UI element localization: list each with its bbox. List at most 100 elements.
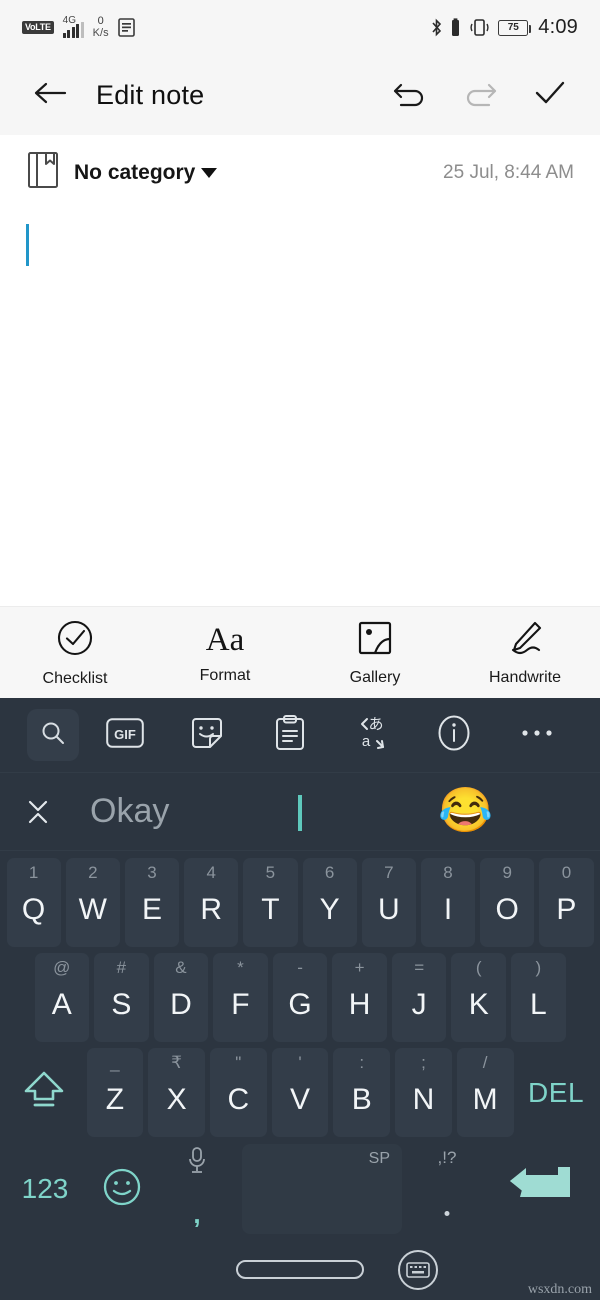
note-editor-area[interactable] [0,210,600,606]
key-v[interactable]: ' V [271,1048,329,1137]
arrow-left-icon [32,78,68,113]
network-generation-label: 4G [62,15,77,26]
keyboard-row-4: 123 , SP ,!? [4,1140,596,1238]
keyboard-gif-button[interactable]: GIF [84,717,166,753]
redo-button[interactable] [456,71,504,119]
key-main-label: M [472,1082,498,1116]
keyboard-row-3: _ Z ₹ X " C ' V :B ; N / M DEL [4,1045,596,1140]
status-bar-right: 75 4:09 [430,16,578,39]
keyboard-search-button[interactable] [22,709,84,761]
battery-charge-icon [450,18,461,37]
shift-key[interactable] [4,1045,84,1140]
key-alt-label: 0 [561,863,572,882]
note-toolbar: Checklist Aa Format Gallery Handwrite [0,606,600,698]
key-a[interactable]: @ A [34,953,90,1042]
suggestion-emoji[interactable]: 😂 [438,789,493,833]
space-key[interactable]: SP [242,1144,402,1234]
period-key[interactable]: ,!? [408,1140,486,1238]
key-y[interactable]: 6Y [302,858,357,947]
keyboard-row-2: @ A # S & D * F -G + H = J (K ) L [4,950,596,1045]
key-main-label: R [200,892,223,926]
keyboard-sticker-button[interactable] [166,716,248,755]
key-main-label: T [261,892,280,926]
keyboard-clipboard-button[interactable] [249,714,331,756]
key-k[interactable]: (K [451,953,506,1042]
key-main-label: J [411,987,427,1021]
enter-arrow-icon [506,1163,576,1216]
mic-comma-key[interactable]: , [158,1140,236,1238]
toolbar-item-format[interactable]: Aa Format [150,620,300,685]
key-m[interactable]: / M [456,1048,514,1137]
numeric-mode-key[interactable]: 123 [4,1140,86,1238]
key-alt-label: 6 [324,863,335,882]
space-key-label: SP [368,1150,390,1167]
key-alt-label: 1 [28,863,39,882]
key-main-label: C [227,1082,250,1116]
punctuation-alt-label: ,!? [437,1148,457,1167]
undo-icon [391,79,429,112]
info-icon [437,714,471,757]
key-z[interactable]: _ Z [86,1048,144,1137]
key-alt-label: : [359,1053,365,1072]
toolbar-label-handwrite: Handwrite [488,668,562,686]
key-x[interactable]: ₹ X [148,1048,205,1137]
gallery-image-icon [356,619,394,662]
key-h[interactable]: + H [332,953,387,1042]
key-t[interactable]: 5T [243,858,298,947]
key-f[interactable]: * F [213,953,268,1042]
toolbar-label-format: Format [199,667,251,684]
search-icon [40,720,66,751]
key-q[interactable]: 1Q [6,858,61,947]
key-j[interactable]: = J [391,953,447,1042]
emoji-key[interactable] [86,1140,158,1238]
keyboard-translate-button[interactable]: あa [331,715,413,756]
check-icon [532,78,568,113]
key-l[interactable]: ) L [511,953,566,1042]
category-selector[interactable]: No category [74,160,218,185]
key-s[interactable]: # S [94,953,149,1042]
collapse-chevrons-icon[interactable] [18,792,58,832]
battery-percent-label: 75 [507,22,519,33]
key-u[interactable]: 7U [361,858,416,947]
keyboard-info-button[interactable] [413,714,495,757]
save-done-button[interactable] [526,71,574,119]
toolbar-item-checklist[interactable]: Checklist [0,618,150,688]
translate-icon: あa [354,715,390,756]
key-alt-label: 4 [206,863,216,882]
key-o[interactable]: 9O [480,858,535,947]
enter-key[interactable] [486,1140,596,1238]
key-main-label: Y [319,892,340,926]
redo-icon [461,79,499,112]
key-alt-label: 5 [265,863,276,882]
key-n[interactable]: ; N [395,1048,452,1137]
key-main-label: Z [105,1082,125,1116]
emoji-smiley-icon [101,1166,143,1213]
key-i[interactable]: 8I [420,858,476,947]
key-b[interactable]: :B [333,1048,391,1137]
keyboard-more-button[interactable] [496,726,578,744]
key-alt-label: 9 [502,863,512,882]
undo-button[interactable] [386,71,434,119]
home-pill-indicator[interactable] [236,1259,364,1279]
battery-percent-badge: 75 [498,19,532,36]
keyboard: GIF あa Okay 😂 1 Q 2 W 3 E 4 R 5 T 6 Y 7 … [0,698,600,1238]
key-r[interactable]: 4R [184,858,239,947]
back-button[interactable] [26,71,74,119]
toolbar-label-checklist: Checklist [42,669,108,687]
key-main-label: L [529,987,547,1021]
key-c[interactable]: " C [209,1048,267,1137]
key-d[interactable]: & D [153,953,209,1042]
key-e[interactable]: 3E [124,858,180,947]
delete-key[interactable]: DEL [516,1045,596,1140]
key-alt-label: * [237,958,244,977]
key-p[interactable]: 0P [539,858,594,947]
toolbar-item-gallery[interactable]: Gallery [300,619,450,687]
key-alt-label: = [414,958,425,977]
key-g[interactable]: -G [272,953,328,1042]
category-label: No category [74,160,196,184]
suggestion-word[interactable]: Okay [90,792,169,831]
toolbar-item-handwrite[interactable]: Handwrite [450,619,600,687]
more-horizontal-icon [520,726,554,744]
key-w[interactable]: 2W [65,858,120,947]
hide-keyboard-icon[interactable] [398,1250,438,1290]
